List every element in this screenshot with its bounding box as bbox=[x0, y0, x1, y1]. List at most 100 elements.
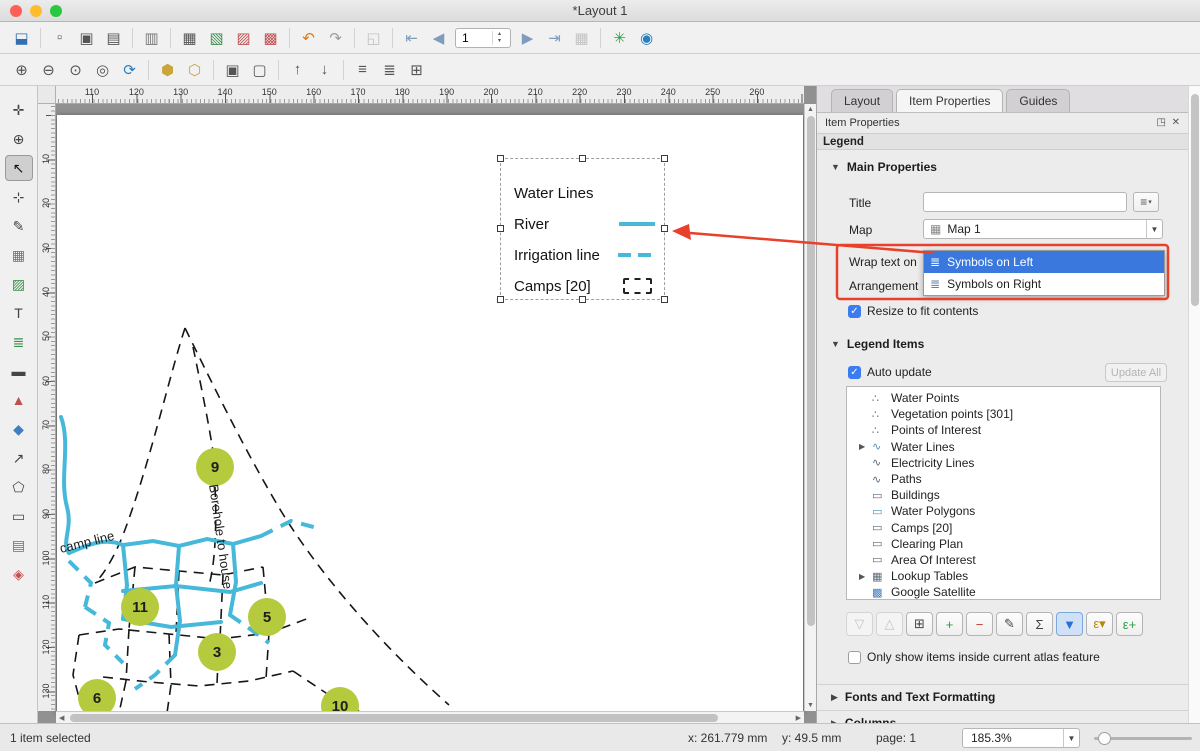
legend-tree-item-vegetation-points-301[interactable]: ∴Vegetation points [301] bbox=[847, 406, 1160, 422]
option-symbols-on-right[interactable]: ≣ Symbols on Right bbox=[924, 273, 1164, 295]
resize-handle[interactable] bbox=[661, 296, 668, 303]
add-legend-tool[interactable]: ≣ bbox=[5, 329, 33, 355]
atlas-first-feature-button[interactable]: ⇤ bbox=[399, 25, 424, 50]
resize-to-fit-checkbox[interactable]: ✓ bbox=[848, 305, 861, 318]
scroll-down-arrow[interactable]: ▼ bbox=[807, 702, 814, 709]
resize-handle[interactable] bbox=[579, 155, 586, 162]
scroll-left-arrow[interactable]: ◀ bbox=[59, 714, 64, 722]
add-picture-tool[interactable]: ▨ bbox=[5, 271, 33, 297]
legend-tree-item-water-lines[interactable]: ▶∿Water Lines bbox=[847, 439, 1160, 455]
zoom-slider[interactable] bbox=[1094, 737, 1192, 740]
legend-tree-item-water-polygons[interactable]: ▭Water Polygons bbox=[847, 503, 1160, 519]
atlas-settings-button[interactable]: ✳ bbox=[607, 25, 632, 50]
close-panel-icon[interactable]: ✕ bbox=[1172, 117, 1180, 128]
atlas-next-feature-button[interactable]: ▶ bbox=[515, 25, 540, 50]
count-symbols-button[interactable]: Σ bbox=[1026, 612, 1053, 636]
add-group-button[interactable]: ⊞ bbox=[906, 612, 933, 636]
layout-manager-button[interactable]: ▤ bbox=[101, 25, 126, 50]
add-marker-tool[interactable]: ◈ bbox=[5, 561, 33, 587]
add-item-button[interactable]: + bbox=[936, 612, 963, 636]
resize-handle[interactable] bbox=[579, 296, 586, 303]
resize-handle[interactable] bbox=[497, 296, 504, 303]
window-scroll-thumb[interactable] bbox=[1191, 94, 1199, 306]
zoom-level-combo[interactable]: 185.3% ▼ bbox=[962, 728, 1080, 748]
spinner-arrows[interactable]: ▴▾ bbox=[492, 31, 506, 45]
main-properties-header[interactable]: ▼ Main Properties bbox=[831, 160, 937, 174]
legend-tree-item-points-of-interest[interactable]: ∴Points of Interest bbox=[847, 422, 1160, 438]
vertical-scroll-thumb[interactable] bbox=[807, 116, 815, 626]
scroll-up-arrow[interactable]: ▲ bbox=[807, 106, 814, 113]
resize-handle[interactable] bbox=[497, 225, 504, 232]
ungroup-items-button[interactable]: ▢ bbox=[247, 57, 272, 82]
scroll-right-arrow[interactable]: ▶ bbox=[796, 714, 801, 722]
refresh-view-button[interactable]: ⟳ bbox=[117, 57, 142, 82]
legend-item[interactable]: Water Lines River Irrigation line Camps … bbox=[500, 158, 665, 300]
zoom-in-button[interactable]: ⊕ bbox=[9, 57, 34, 82]
add-node-item-tool[interactable]: ⬠ bbox=[5, 474, 33, 500]
add-scalebar-tool[interactable]: ▬ bbox=[5, 358, 33, 384]
atlas-only-checkbox[interactable] bbox=[848, 651, 861, 664]
distribute-items-button[interactable]: ≣ bbox=[377, 57, 402, 82]
edit-nodes-item-tool[interactable]: ✎ bbox=[5, 213, 33, 239]
tab-guides[interactable]: Guides bbox=[1006, 89, 1070, 112]
remove-item-button[interactable]: − bbox=[966, 612, 993, 636]
move-item-content-tool[interactable]: ⊹ bbox=[5, 184, 33, 210]
legend-tree-item-area-of-interest[interactable]: ▭Area Of Interest bbox=[847, 552, 1160, 568]
zoom-out-button[interactable]: ⊖ bbox=[36, 57, 61, 82]
export-pdf-button[interactable]: ▩ bbox=[258, 25, 283, 50]
print-button[interactable]: ▦ bbox=[177, 25, 202, 50]
tab-layout[interactable]: Layout bbox=[831, 89, 893, 112]
atlas-filter-button[interactable]: ε+ bbox=[1116, 612, 1143, 636]
legend-tree-item-google-satellite[interactable]: ▩Google Satellite bbox=[847, 584, 1160, 600]
layout-page[interactable]: 91153610 camp line Borehole to house Wat… bbox=[57, 115, 803, 711]
add-label-tool[interactable]: T bbox=[5, 300, 33, 326]
lock-selected-items-button[interactable]: ⬢ bbox=[155, 57, 180, 82]
add-html-frame-tool[interactable]: ▭ bbox=[5, 503, 33, 529]
legend-tree-item-paths[interactable]: ∿Paths bbox=[847, 471, 1160, 487]
filter-by-expression-button[interactable]: ε▾ bbox=[1086, 612, 1113, 636]
tab-item-properties[interactable]: Item Properties bbox=[896, 89, 1003, 112]
data-defined-override-button[interactable]: ≡▾ bbox=[1133, 192, 1159, 212]
undock-panel-icon[interactable]: ◳ bbox=[1157, 117, 1166, 128]
map-select[interactable]: ▦ Map 1 ▼ bbox=[923, 219, 1163, 239]
legend-tree-item-water-points[interactable]: ∴Water Points bbox=[847, 390, 1160, 406]
align-selected-items-button[interactable]: ≡ bbox=[350, 57, 375, 82]
undo-button[interactable]: ↶ bbox=[296, 25, 321, 50]
legend-tree-item-electricity-lines[interactable]: ∿Electricity Lines bbox=[847, 455, 1160, 471]
resize-handle[interactable] bbox=[661, 225, 668, 232]
zoom-to-main-map-button[interactable]: ◉ bbox=[634, 25, 659, 50]
unlock-all-items-button[interactable]: ⬡ bbox=[182, 57, 207, 82]
resize-items-button[interactable]: ⊞ bbox=[404, 57, 429, 82]
legend-tree-item-camps-20[interactable]: ▭Camps [20] bbox=[847, 520, 1160, 536]
new-layout-button[interactable]: ▫ bbox=[47, 25, 72, 50]
expand-arrow-icon[interactable]: ▶ bbox=[859, 572, 872, 581]
add-shape-tool[interactable]: ◆ bbox=[5, 416, 33, 442]
export-image-button[interactable]: ▧ bbox=[204, 25, 229, 50]
auto-update-checkbox[interactable]: ✓ bbox=[848, 366, 861, 379]
add-map-tool[interactable]: ▦ bbox=[5, 242, 33, 268]
pan-layout-tool[interactable]: ✛ bbox=[5, 97, 33, 123]
add-pages-button[interactable]: ▥ bbox=[139, 25, 164, 50]
save-layout-button[interactable]: ⬓ bbox=[9, 25, 34, 50]
zoom-100-button[interactable]: ◎ bbox=[90, 57, 115, 82]
add-attribute-table-tool[interactable]: ▤ bbox=[5, 532, 33, 558]
select-move-item-tool[interactable]: ↖ bbox=[5, 155, 33, 181]
resize-handle[interactable] bbox=[661, 155, 668, 162]
atlas-page-spinbox-value[interactable] bbox=[456, 31, 492, 45]
export-svg-button[interactable]: ▨ bbox=[231, 25, 256, 50]
zoom-tool[interactable]: ⊕ bbox=[5, 126, 33, 152]
zoom-slider-knob[interactable] bbox=[1098, 732, 1111, 745]
resize-handle[interactable] bbox=[497, 155, 504, 162]
redo-button[interactable]: ↷ bbox=[323, 25, 348, 50]
atlas-last-feature-button[interactable]: ⇥ bbox=[542, 25, 567, 50]
raise-selected-items-button[interactable]: ↑ bbox=[285, 57, 310, 82]
legend-tree-item-clearing-plan[interactable]: ▭Clearing Plan bbox=[847, 536, 1160, 552]
group-items-button[interactable]: ▣ bbox=[220, 57, 245, 82]
legend-tree-item-buildings[interactable]: ▭Buildings bbox=[847, 487, 1160, 503]
expand-arrow-icon[interactable]: ▶ bbox=[859, 442, 872, 451]
add-arrow-tool[interactable]: ↗ bbox=[5, 445, 33, 471]
option-symbols-on-left[interactable]: ≣ Symbols on Left bbox=[924, 251, 1164, 273]
lower-selected-items-button[interactable]: ↓ bbox=[312, 57, 337, 82]
horizontal-scroll-thumb[interactable] bbox=[70, 714, 718, 722]
legend-title-input[interactable] bbox=[923, 192, 1127, 212]
